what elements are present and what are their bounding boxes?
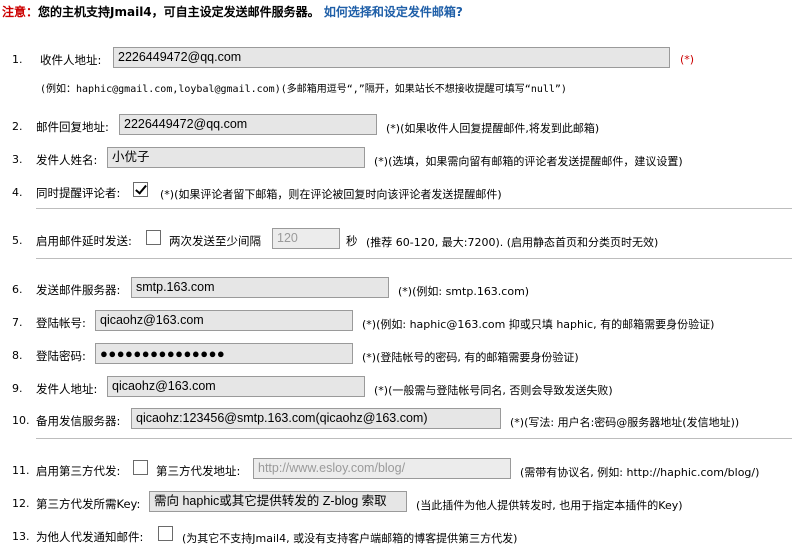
notice-header: 注意：您的主机支持Jmail4，可自主设定发送邮件服务器。 如何选择和设定发件邮…: [2, 3, 463, 20]
third-party-key-label: 第三方代发所需Key:: [36, 497, 141, 511]
reply-address-input[interactable]: 2226449472@qq.com: [119, 114, 377, 135]
login-password-note: (*)(登陆帐号的密码, 有的邮箱需要身份验证): [362, 351, 579, 364]
help-link[interactable]: 如何选择和设定发件邮箱?: [324, 5, 463, 19]
section-divider: [36, 438, 792, 439]
sender-address-label: 发件人地址:: [36, 382, 98, 396]
row-number: 3.: [12, 153, 23, 166]
smtp-server-note: (*)(例如: smtp.163.com): [398, 285, 530, 298]
row-number: 10.: [12, 414, 30, 427]
third-party-address-label: 第三方代发地址:: [156, 464, 241, 478]
row-number: 7.: [12, 316, 23, 329]
recipient-example: (例如：haphic@gmail.com,loybal@gmail.com)(多…: [40, 84, 567, 95]
login-account-note: (*)(例如: haphic@163.com 抑或只填 haphic, 有的邮箱…: [362, 318, 715, 331]
login-account-label: 登陆帐号:: [36, 316, 86, 330]
third-party-note: (需带有协议名, 例如: http://haphic.com/blog/): [520, 466, 760, 479]
section-divider: [36, 258, 792, 259]
login-password-label: 登陆密码:: [36, 349, 86, 363]
backup-server-label: 备用发信服务器:: [36, 414, 121, 428]
row-number: 2.: [12, 120, 23, 133]
reply-address-label: 邮件回复地址:: [36, 120, 109, 134]
relay-notify-checkbox[interactable]: [158, 526, 173, 541]
third-party-checkbox[interactable]: [133, 460, 148, 475]
login-account-input[interactable]: qicaohz@163.com: [95, 310, 353, 331]
reply-address-note: (*)(如果收件人回复提醒邮件,将发到此邮箱): [386, 122, 600, 135]
required-note: (*): [680, 53, 695, 66]
row-number: 11.: [12, 464, 30, 477]
sender-address-note: (*)(一般需与登陆帐号同名, 否则会导致发送失败): [374, 384, 613, 397]
smtp-server-input[interactable]: smtp.163.com: [131, 277, 389, 298]
delay-send-note: (推荐 60-120, 最大:7200). (启用静态首页和分类页时无效): [366, 236, 659, 249]
relay-notify-label: 为他人代发通知邮件:: [36, 530, 144, 544]
backup-server-note: (*)(写法: 用户名:密码@服务器地址(发信地址)): [510, 416, 740, 429]
third-party-label: 启用第三方代发:: [36, 464, 121, 478]
backup-server-input[interactable]: qicaohz:123456@smtp.163.com(qicaohz@163.…: [131, 408, 501, 429]
row-number: 1.: [12, 53, 23, 66]
row-number: 9.: [12, 382, 23, 395]
row-number: 6.: [12, 283, 23, 296]
row-number: 12.: [12, 497, 30, 510]
smtp-server-label: 发送邮件服务器:: [36, 283, 121, 297]
relay-notify-note: (为其它不支持Jmail4, 或没有支持客户端邮箱的博客提供第三方代发): [182, 532, 518, 545]
sender-name-input[interactable]: 小优子: [107, 147, 365, 168]
third-party-key-note: (当此插件为他人提供转发时, 也用于指定本插件的Key): [416, 499, 683, 512]
sender-address-input[interactable]: qicaohz@163.com: [107, 376, 365, 397]
recipient-input[interactable]: 2226449472@qq.com: [113, 47, 670, 68]
delay-interval-input[interactable]: 120: [272, 228, 340, 249]
login-password-input[interactable]: ●●●●●●●●●●●●●●●: [95, 343, 353, 364]
notify-commenter-note: (*)(如果评论者留下邮箱，则在评论被回复时向该评论者发送提醒邮件): [160, 188, 502, 201]
third-party-key-input[interactable]: 需向 haphic或其它提供转发的 Z-blog 索取: [149, 491, 407, 512]
notify-commenter-label: 同时提醒评论者:: [36, 186, 121, 200]
notify-commenter-checkbox[interactable]: [133, 182, 148, 197]
delay-send-checkbox[interactable]: [146, 230, 161, 245]
delay-interval-label: 两次发送至少间隔: [169, 234, 261, 248]
sender-name-note: (*)(选填，如果需向留有邮箱的评论者发送提醒邮件，建议设置): [374, 155, 683, 168]
notice-text: 您的主机支持Jmail4，可自主设定发送邮件服务器。: [38, 5, 320, 19]
notice-prefix: 注意：: [2, 5, 39, 19]
seconds-unit: 秒: [346, 234, 358, 248]
row-number: 5.: [12, 234, 23, 247]
sender-name-label: 发件人姓名:: [36, 153, 98, 167]
row-number: 8.: [12, 349, 23, 362]
delay-send-label: 启用邮件延时发送:: [36, 234, 132, 248]
section-divider: [36, 208, 792, 209]
recipient-label: 收件人地址:: [40, 53, 102, 67]
row-number: 4.: [12, 186, 23, 199]
third-party-address-input[interactable]: http://www.esloy.com/blog/: [253, 458, 511, 479]
row-number: 13.: [12, 530, 30, 543]
